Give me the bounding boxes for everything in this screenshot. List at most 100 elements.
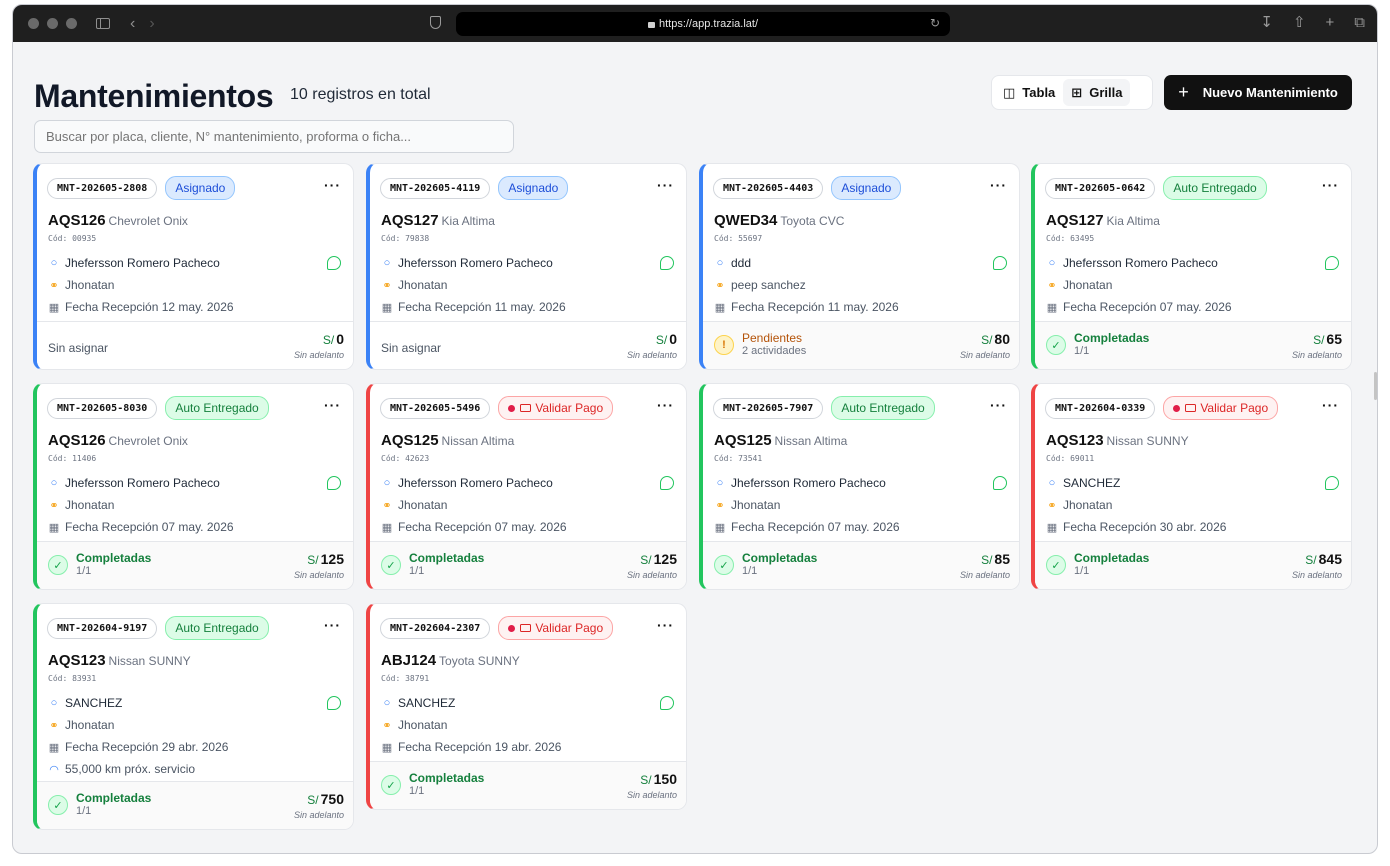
table-view-button[interactable]: ◫ Tabla [995, 79, 1063, 106]
maintenance-id[interactable]: MNT-202605-0642 [1045, 177, 1156, 199]
chat-icon[interactable] [660, 476, 674, 490]
activities-label: Completadas [76, 551, 152, 565]
status-badge: Auto Entregado [165, 396, 269, 420]
chat-icon[interactable] [993, 476, 1007, 490]
chat-icon[interactable] [1325, 256, 1339, 270]
reception-date: Fecha Recepción 30 abr. 2026 [1063, 520, 1227, 534]
chat-icon[interactable] [993, 256, 1007, 270]
download-icon[interactable]: ↧ [1260, 14, 1273, 32]
maximize-window-button[interactable] [66, 18, 77, 29]
maintenance-card[interactable]: MNT-202605-5496 Validar Pago ··· AQS125 Niss… [366, 383, 687, 590]
user-icon: ○ [50, 477, 58, 489]
more-options-icon[interactable]: ··· [1322, 177, 1339, 193]
maintenance-id[interactable]: MNT-202604-0339 [1045, 397, 1156, 419]
grid-view-label: Grilla [1089, 85, 1123, 100]
maintenance-id[interactable]: MNT-202605-5496 [380, 397, 491, 419]
payment-card-icon [520, 404, 532, 412]
maintenance-card[interactable]: MNT-202604-0339 Validar Pago ··· AQS123 Niss… [1031, 383, 1352, 590]
amount: 150 [653, 771, 677, 787]
back-icon[interactable]: ‹ [130, 15, 135, 33]
more-options-icon[interactable]: ··· [657, 617, 674, 633]
chat-icon[interactable] [660, 256, 674, 270]
client-row: ○ SANCHEZ [381, 696, 456, 710]
client-name: ddd [731, 256, 752, 270]
client-row: ○ Jhefersson Romero Pacheco [48, 256, 220, 270]
maintenance-id[interactable]: MNT-202605-7907 [713, 397, 824, 419]
address-bar[interactable]: https://app.trazia.lat/ ↻ [456, 12, 950, 36]
currency: S/ [307, 553, 319, 567]
search-input[interactable] [34, 120, 514, 153]
maintenance-id[interactable]: MNT-202605-8030 [47, 397, 158, 419]
sidebar-toggle-icon[interactable] [96, 18, 110, 29]
technician-icon: ⚭ [715, 279, 725, 292]
next-service-km: 55,000 km próx. servicio [65, 762, 196, 776]
check-circle-icon: ✓ [714, 555, 734, 575]
maintenance-id[interactable]: MNT-202605-4403 [713, 177, 824, 199]
chat-icon[interactable] [327, 696, 341, 710]
chat-icon[interactable] [1325, 476, 1339, 490]
vehicle-code: Cód: 42623 [381, 454, 430, 463]
advance-status: Sin adelanto [626, 570, 677, 580]
currency: S/ [640, 773, 652, 787]
client-name: Jhefersson Romero Pacheco [398, 256, 553, 270]
maintenance-id[interactable]: MNT-202604-9197 [47, 617, 158, 639]
chat-icon[interactable] [327, 476, 341, 490]
price-block: S/0 Sin adelanto [627, 331, 677, 360]
calendar-icon: ▦ [714, 301, 726, 314]
maintenance-card[interactable]: MNT-202604-2307 Validar Pago ··· ABJ124 Toyo… [366, 603, 687, 810]
more-options-icon[interactable]: ··· [324, 177, 341, 193]
technician-name: Jhonatan [398, 498, 448, 512]
alert-dot-icon [508, 625, 516, 632]
scrollbar[interactable] [1374, 372, 1377, 400]
maintenance-card[interactable]: MNT-202605-4119 Asignado ··· AQS127 Kia Alti… [366, 163, 687, 370]
maintenance-card[interactable]: MNT-202605-2808 Asignado ··· AQS126 Chevrole… [33, 163, 354, 370]
maintenance-card[interactable]: MNT-202605-0642 Auto Entregado ··· AQS127 Ki… [1031, 163, 1352, 370]
tabs-overview-icon[interactable]: ⧉ [1354, 14, 1365, 32]
price-block: S/125 Sin adelanto [294, 551, 344, 580]
check-circle-icon: ✓ [381, 775, 401, 795]
maintenance-card[interactable]: MNT-202604-9197 Auto Entregado ··· AQS123 Ni… [33, 603, 354, 830]
close-window-button[interactable] [28, 18, 39, 29]
shield-icon[interactable] [430, 16, 441, 29]
forward-icon[interactable]: › [149, 15, 154, 33]
plate-text: AQS126 [48, 212, 106, 229]
maintenance-card[interactable]: MNT-202605-7907 Auto Entregado ··· AQS125 Ni… [699, 383, 1020, 590]
new-maintenance-button[interactable]: + Nuevo Mantenimiento [1164, 75, 1352, 110]
activities-label: Completadas [1074, 551, 1150, 565]
more-options-icon[interactable]: ··· [324, 397, 341, 413]
maintenance-id[interactable]: MNT-202605-4119 [380, 177, 491, 199]
share-icon[interactable]: ⇧ [1293, 14, 1306, 32]
grid-view-button[interactable]: ⊞ Grilla [1063, 79, 1131, 106]
reload-icon[interactable]: ↻ [930, 16, 940, 30]
more-options-icon[interactable]: ··· [990, 177, 1007, 193]
client-row: ○ Jhefersson Romero Pacheco [381, 256, 553, 270]
activities-status: ✓ Completadas 1/1 [1046, 552, 1149, 578]
technician-row: ⚭ Jhonatan [1046, 498, 1112, 512]
new-tab-icon[interactable]: + [1326, 14, 1335, 32]
maintenance-card[interactable]: MNT-202605-4403 Asignado ··· QWED34 Toyota C… [699, 163, 1020, 370]
more-options-icon[interactable]: ··· [990, 397, 1007, 413]
date-row: ▦ Fecha Recepción 11 may. 2026 [714, 300, 899, 314]
more-options-icon[interactable]: ··· [657, 177, 674, 193]
technician-name: peep sanchez [731, 278, 806, 292]
chat-icon[interactable] [327, 256, 341, 270]
technician-row: ⚭ Jhonatan [381, 278, 447, 292]
maintenance-id[interactable]: MNT-202605-2808 [47, 177, 158, 199]
maintenance-card[interactable]: MNT-202605-8030 Auto Entregado ··· AQS126 Ch… [33, 383, 354, 590]
more-options-icon[interactable]: ··· [1322, 397, 1339, 413]
activities-count: 1/1 [409, 785, 425, 797]
maintenance-id[interactable]: MNT-202604-2307 [380, 617, 491, 639]
price-block: S/80 Sin adelanto [960, 331, 1010, 360]
price-block: S/65 Sin adelanto [1292, 331, 1342, 360]
currency: S/ [307, 793, 319, 807]
more-options-icon[interactable]: ··· [324, 617, 341, 633]
technician-name: Jhonatan [65, 278, 115, 292]
more-options-icon[interactable]: ··· [657, 397, 674, 413]
technician-icon: ⚭ [49, 499, 59, 512]
minimize-window-button[interactable] [47, 18, 58, 29]
chat-icon[interactable] [660, 696, 674, 710]
warning-circle-icon: ! [714, 335, 734, 355]
card-header: MNT-202605-5496 Validar Pago ··· [380, 396, 674, 420]
reception-date: Fecha Recepción 11 may. 2026 [398, 300, 566, 314]
status-text: Auto Entregado [175, 621, 259, 635]
